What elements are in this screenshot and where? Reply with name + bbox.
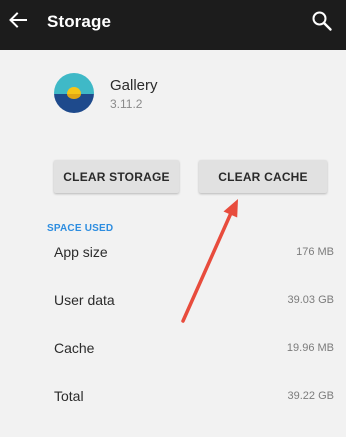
storage-row-total: Total 39.22 GB	[0, 382, 346, 412]
storage-row-app-size: App size 176 MB	[0, 238, 346, 268]
row-value: 19.96 MB	[286, 342, 334, 354]
app-version: 3.11.2	[110, 97, 143, 111]
space-used-section-label: SPACE USED	[47, 223, 114, 234]
search-icon[interactable]	[310, 9, 334, 33]
row-label: User data	[54, 292, 115, 308]
page-title: Storage	[47, 12, 111, 31]
row-value: 39.03 GB	[287, 294, 334, 306]
app-bar: Storage	[0, 0, 346, 50]
clear-storage-button[interactable]: CLEAR STORAGE	[54, 160, 179, 193]
app-info-header: Gallery 3.11.2	[0, 50, 346, 140]
row-label: Cache	[54, 340, 95, 356]
row-value: 176 MB	[296, 246, 334, 258]
clear-cache-button[interactable]: CLEAR CACHE	[199, 160, 327, 193]
app-name: Gallery	[110, 77, 158, 94]
back-arrow-icon[interactable]	[6, 8, 30, 32]
gallery-app-icon	[54, 73, 94, 113]
row-label: Total	[54, 388, 84, 404]
storage-row-cache: Cache 19.96 MB	[0, 334, 346, 364]
row-value: 39.22 GB	[287, 390, 334, 402]
storage-row-user-data: User data 39.03 GB	[0, 286, 346, 316]
row-label: App size	[54, 244, 108, 260]
